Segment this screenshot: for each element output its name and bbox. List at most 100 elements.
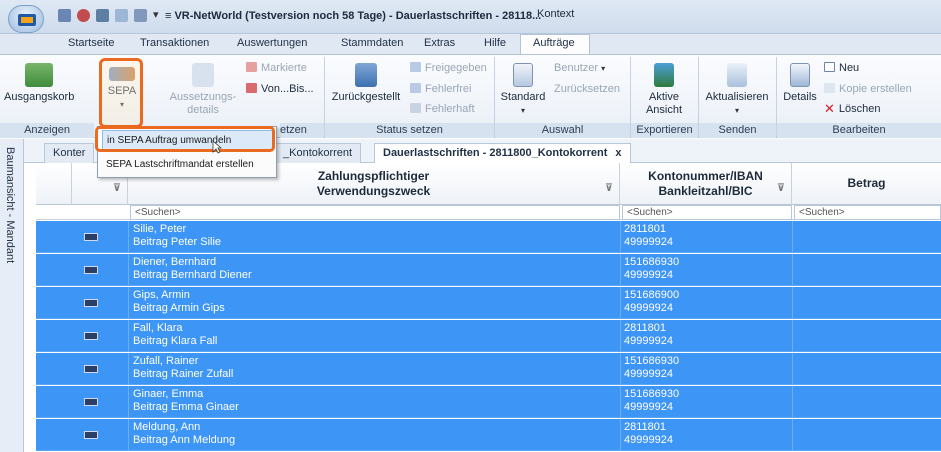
- standard-view-icon: [513, 63, 533, 87]
- header-selector: [36, 163, 72, 205]
- context-tab-label: Kontext: [537, 8, 575, 20]
- aktualisieren-button[interactable]: Aktualisieren ▾: [702, 63, 772, 117]
- menu-item-create-sepa-mandate[interactable]: SEPA Lastschriftmandat erstellen: [102, 155, 274, 175]
- tab-stammdaten[interactable]: Stammdaten: [341, 37, 403, 49]
- title-bar: ▾ ≡ VR-NetWorld (Testversion noch 58 Tag…: [0, 0, 941, 34]
- payer-name: Diener, Bernhard: [133, 256, 217, 268]
- aktive-ansicht-button[interactable]: Aktive Ansicht: [634, 63, 694, 117]
- defer-icon: [355, 63, 377, 87]
- search-input-payer[interactable]: <Suchen>: [130, 205, 620, 220]
- benutzer-dropdown[interactable]: Benutzer ▾: [554, 61, 605, 76]
- purpose: Beitrag Emma Ginaer: [133, 401, 239, 413]
- direct-debit-icon: [84, 266, 98, 274]
- table-row[interactable]: Silie, Peter Beitrag Peter Silie 2811801 4…: [36, 221, 941, 253]
- search-input-amount[interactable]: <Suchen>: [794, 205, 941, 220]
- bank-code: 49999924: [624, 269, 673, 281]
- table-row[interactable]: Zufall, Rainer Beitrag Rainer Zufall 1516…: [36, 353, 941, 385]
- tab-extras[interactable]: Extras: [424, 37, 455, 49]
- account-number: 151686930: [624, 256, 680, 268]
- group-label-bearbeiten: Bearbeiten: [777, 123, 941, 138]
- filter-icon[interactable]: ⊽: [777, 181, 785, 196]
- zurueckgestellt-button[interactable]: Zurückgestellt: [328, 63, 404, 104]
- bank-code: 49999924: [624, 434, 673, 446]
- purpose: Beitrag Peter Silie: [133, 236, 222, 248]
- loeschen-button[interactable]: ✕ Löschen: [824, 102, 881, 116]
- search-input-account[interactable]: <Suchen>: [622, 205, 792, 220]
- purpose: Beitrag Armin Gips: [133, 302, 225, 314]
- doc-tab-konten[interactable]: Konter: [44, 143, 95, 163]
- bank-code: 49999924: [624, 401, 673, 413]
- markierte-button[interactable]: Markierte: [246, 61, 307, 75]
- range-icon: [246, 83, 257, 93]
- payer-name: Gips, Armin: [133, 289, 190, 301]
- account-number: 2811801: [624, 421, 667, 433]
- tab-hilfe[interactable]: Hilfe: [484, 37, 506, 49]
- user-icon[interactable]: [58, 9, 71, 22]
- tab-auswertungen[interactable]: Auswertungen: [237, 37, 307, 49]
- payer-name: Zufall, Rainer: [133, 355, 199, 367]
- sync-icon[interactable]: [77, 9, 90, 22]
- bank-code: 49999924: [624, 335, 673, 347]
- search-row: <Suchen> <Suchen> <Suchen>: [36, 205, 941, 220]
- table-row[interactable]: Meldung, Ann Beitrag Ann Meldung 2811801 4…: [36, 419, 941, 451]
- check-icon: [410, 83, 421, 93]
- group-label-senden: Senden: [699, 123, 776, 138]
- account-number: 151686930: [624, 355, 680, 367]
- direct-debit-icon: [84, 332, 98, 340]
- direct-debit-icon: [84, 233, 98, 241]
- fehlerfrei-button[interactable]: Fehlerfrei: [410, 82, 471, 96]
- side-panel-label: Baumansicht - Mandant: [4, 147, 16, 264]
- vr-logo-icon: [18, 14, 36, 26]
- group-label-setzen: etzen: [280, 123, 324, 138]
- tab-auftraege[interactable]: Aufträge: [533, 37, 575, 49]
- header-account[interactable]: Kontonummer/IBAN Bankleitzahl/BIC ⊽: [620, 163, 792, 205]
- tab-startseite[interactable]: Startseite: [68, 37, 114, 49]
- menu-highlight-frame: [95, 126, 275, 152]
- app-menu-button[interactable]: [8, 5, 44, 33]
- doc-tab-dauerlastschriften[interactable]: Dauerlastschriften - 2811800_Kontokorren…: [374, 143, 631, 163]
- side-panel[interactable]: Baumansicht - Mandant: [0, 139, 24, 452]
- details-button[interactable]: Details: [780, 63, 820, 104]
- quick-access-dropdown[interactable]: ▾: [153, 8, 159, 21]
- print-icon[interactable]: [96, 9, 109, 22]
- bank-code: 49999924: [624, 302, 673, 314]
- table-row[interactable]: Diener, Bernhard Beitrag Bernhard Diener …: [36, 254, 941, 286]
- payer-name: Ginaer, Emma: [133, 388, 204, 400]
- export-view-icon: [654, 63, 674, 87]
- neu-button[interactable]: Neu: [824, 61, 859, 75]
- mark-icon: [246, 62, 257, 72]
- freigegeben-button[interactable]: Freigegeben: [410, 61, 487, 75]
- details-doc-icon: [192, 63, 214, 87]
- chevron-down-icon: ▾: [601, 64, 606, 73]
- ausgangskorb-button[interactable]: Ausgangskorb: [4, 63, 74, 104]
- fehlerhaft-button[interactable]: Fehlerhaft: [410, 102, 475, 116]
- direct-debit-icon: [84, 365, 98, 373]
- tab-transaktionen[interactable]: Transaktionen: [140, 37, 209, 49]
- purpose: Beitrag Klara Fall: [133, 335, 218, 347]
- copy-icon: [824, 83, 835, 93]
- standard-button[interactable]: Standard ▾: [498, 63, 548, 117]
- table-row[interactable]: Gips, Armin Beitrag Armin Gips 151686900 4…: [36, 287, 941, 319]
- close-icon[interactable]: x: [615, 147, 621, 159]
- window-title: ≡ VR-NetWorld (Testversion noch 58 Tage)…: [165, 10, 542, 22]
- zuruecksetzen-button[interactable]: Zurücksetzen: [554, 82, 620, 96]
- export-icon[interactable]: [134, 9, 147, 22]
- aussetzungsdetails-button[interactable]: Aussetzungs- details: [168, 63, 238, 117]
- filter-icon[interactable]: ⊽: [605, 181, 613, 196]
- transactions-grid: ⊽ Zahlungspflichtiger Verwendungszweck ⊽…: [36, 163, 941, 452]
- ribbon-tab-bar: Startseite Transaktionen Auswertungen St…: [0, 34, 941, 55]
- group-label-auswahl: Auswahl: [495, 123, 630, 138]
- refresh-icon: [727, 63, 747, 87]
- table-row[interactable]: Fall, Klara Beitrag Klara Fall 2811801 499…: [36, 320, 941, 352]
- direct-debit-icon: [84, 299, 98, 307]
- von-bis-button[interactable]: Von...Bis...: [246, 82, 314, 96]
- delete-x-icon: ✕: [824, 101, 835, 116]
- preview-icon[interactable]: [115, 9, 128, 22]
- group-label-anzeigen: Anzeigen: [0, 123, 94, 138]
- table-row[interactable]: Ginaer, Emma Beitrag Emma Ginaer 15168693…: [36, 386, 941, 418]
- filter-icon[interactable]: ⊽: [113, 181, 121, 196]
- doc-tab-kontokorrent[interactable]: _Kontokorrent: [274, 143, 362, 163]
- header-amount[interactable]: Betrag: [792, 163, 941, 205]
- direct-debit-icon: [84, 398, 98, 406]
- kopie-erstellen-button[interactable]: Kopie erstellen: [824, 82, 912, 96]
